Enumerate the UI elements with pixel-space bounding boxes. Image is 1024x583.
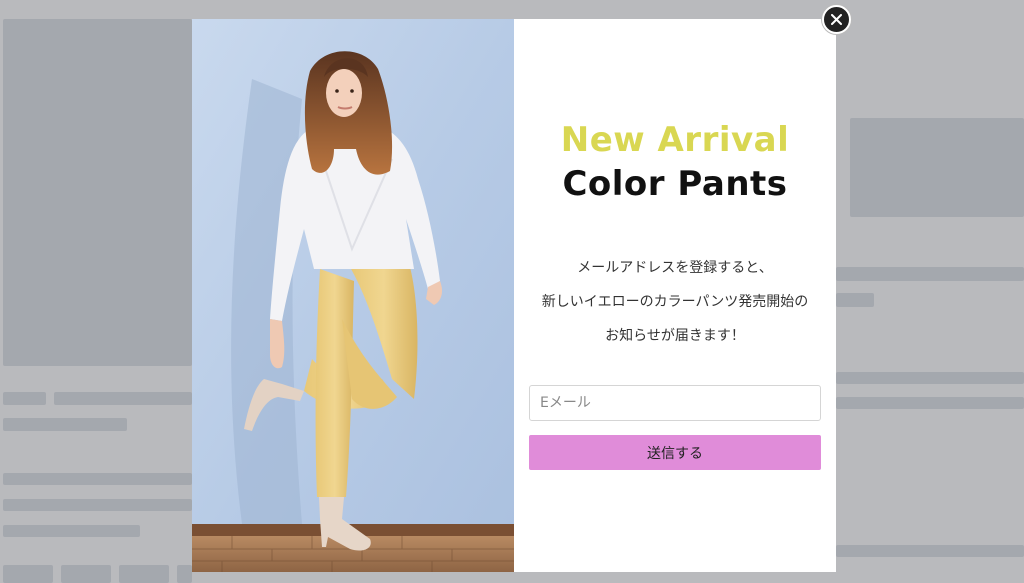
bg-thumb [177,565,192,583]
close-button[interactable] [822,5,851,34]
bg-line [836,397,1024,409]
bg-line [836,267,1024,281]
signup-panel: New Arrival Color Pants メールアドレスを登録すると、 新… [514,19,836,572]
bg-line [836,372,1024,384]
bg-line [3,392,46,405]
bg-hero-block [3,19,192,366]
email-input[interactable] [529,385,821,421]
bg-banner-block [850,118,1024,217]
close-icon [831,14,842,25]
headline: New Arrival [560,120,790,160]
bg-thumb [61,565,111,583]
subheadline: Color Pants [562,164,788,204]
message-line-1: メールアドレスを登録すると、 [577,260,773,276]
bg-line [3,473,192,485]
bg-thumb [3,565,53,583]
message-line-2: 新しいイエローのカラーパンツ発売開始の [541,294,809,310]
submit-button[interactable]: 送信する [529,435,821,470]
bg-line [54,392,192,405]
bg-line [3,499,192,511]
bg-thumb [119,565,169,583]
woman-in-yellow-pants-photo [192,19,514,572]
newsletter-popup: New Arrival Color Pants メールアドレスを登録すると、 新… [192,19,836,572]
bg-line [3,418,127,431]
bg-line [3,525,140,537]
bg-line [836,545,1024,557]
bg-line [836,293,874,307]
message-line-3: お知らせが届きます！ [605,328,745,344]
